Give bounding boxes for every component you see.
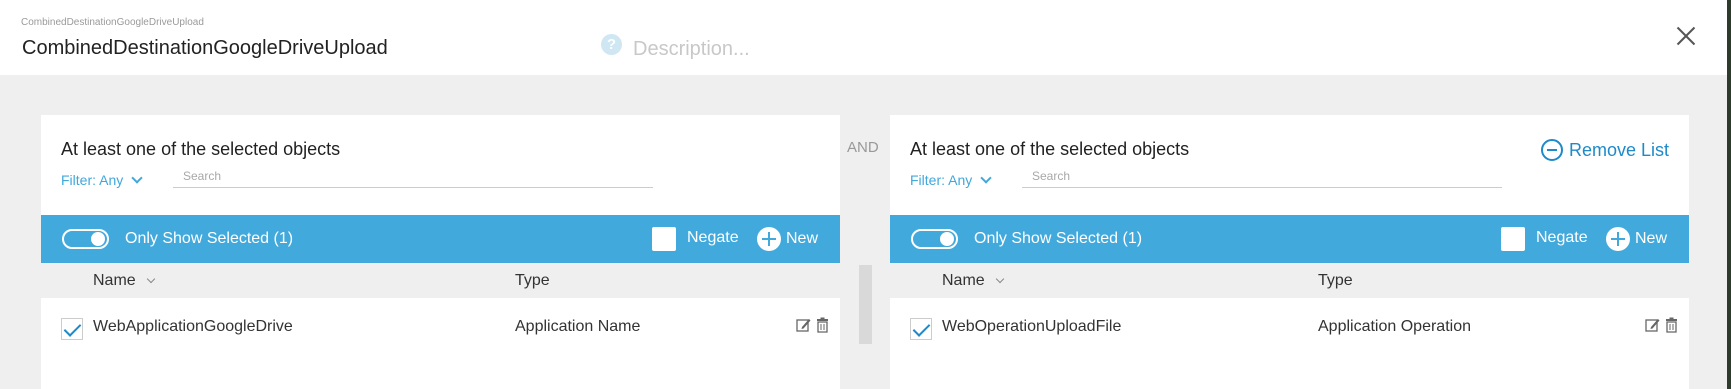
edit-icon[interactable] xyxy=(796,317,811,333)
help-icon[interactable]: ? xyxy=(601,34,622,55)
list-title: At least one of the selected objects xyxy=(910,139,1190,159)
negate-checkbox[interactable] xyxy=(652,227,676,251)
column-header-name[interactable]: Name xyxy=(942,272,1004,290)
negate-label[interactable]: Negate xyxy=(1536,229,1588,247)
filter-dropdown[interactable]: Filter: Any xyxy=(910,172,992,188)
and-connector: AND xyxy=(847,139,879,156)
only-show-selected-toggle[interactable] xyxy=(62,229,109,249)
list-panel-2: At least one of the selected objects Rem… xyxy=(890,115,1689,389)
plus-icon xyxy=(1606,227,1630,251)
list-panel-1: At least one of the selected objects Fil… xyxy=(41,115,840,389)
filter-dropdown[interactable]: Filter: Any xyxy=(61,172,143,188)
modal-header: CombinedDestinationGoogleDriveUpload Com… xyxy=(0,0,1727,75)
new-button[interactable]: New xyxy=(757,227,818,251)
row-checkbox[interactable] xyxy=(910,318,932,340)
remove-list-button[interactable]: Remove List xyxy=(1540,139,1669,161)
edit-icon[interactable] xyxy=(1645,317,1660,333)
filter-label: Filter: Any xyxy=(910,172,973,188)
negate-checkbox[interactable] xyxy=(1501,227,1525,251)
new-label: New xyxy=(1635,230,1668,247)
toggle-knob xyxy=(91,232,105,246)
table-header: Name Type xyxy=(41,263,840,298)
search-input[interactable] xyxy=(173,165,653,188)
negate-label[interactable]: Negate xyxy=(687,229,739,247)
table-row: WebApplicationGoogleDrive Application Na… xyxy=(41,298,840,353)
column-name-label: Name xyxy=(93,272,136,289)
scrollbar-thumb[interactable] xyxy=(859,265,872,344)
description-field[interactable]: Description... xyxy=(633,38,750,61)
plus-icon xyxy=(757,227,781,251)
row-type: Application Operation xyxy=(1318,318,1471,335)
row-name: WebApplicationGoogleDrive xyxy=(93,318,293,335)
breadcrumb: CombinedDestinationGoogleDriveUpload xyxy=(21,17,204,28)
minus-circle-icon xyxy=(1540,139,1563,161)
column-header-name[interactable]: Name xyxy=(93,272,155,290)
column-header-type: Type xyxy=(1318,272,1353,289)
only-show-selected-label: Only Show Selected (1) xyxy=(974,230,1143,247)
remove-list-label: Remove List xyxy=(1568,139,1669,160)
list-toolbar: Only Show Selected (1) Negate New xyxy=(41,215,840,263)
only-show-selected-toggle[interactable] xyxy=(911,229,958,249)
trash-icon[interactable] xyxy=(1664,317,1679,333)
row-name: WebOperationUploadFile xyxy=(942,318,1122,335)
column-name-label: Name xyxy=(942,272,985,289)
only-show-selected-label: Only Show Selected (1) xyxy=(125,230,294,247)
object-name-title[interactable]: CombinedDestinationGoogleDriveUpload xyxy=(22,37,388,60)
edit-object-modal: CombinedDestinationGoogleDriveUpload Com… xyxy=(0,0,1731,389)
chevron-down-icon xyxy=(980,172,992,184)
list-title: At least one of the selected objects xyxy=(61,139,341,159)
trash-icon[interactable] xyxy=(815,317,830,333)
row-checkbox[interactable] xyxy=(61,318,83,340)
search-input[interactable] xyxy=(1022,165,1502,188)
new-button[interactable]: New xyxy=(1606,227,1667,251)
chevron-down-icon xyxy=(131,172,143,184)
filter-label: Filter: Any xyxy=(61,172,124,188)
row-type: Application Name xyxy=(515,318,641,335)
sort-chevron-icon xyxy=(146,274,155,284)
close-icon[interactable] xyxy=(1672,22,1700,50)
toggle-knob xyxy=(940,232,954,246)
table-row: WebOperationUploadFile Application Opera… xyxy=(890,298,1689,353)
sort-chevron-icon xyxy=(995,274,1004,284)
new-label: New xyxy=(786,230,819,247)
column-header-type: Type xyxy=(515,272,550,289)
list-toolbar: Only Show Selected (1) Negate New xyxy=(890,215,1689,263)
table-header: Name Type xyxy=(890,263,1689,298)
